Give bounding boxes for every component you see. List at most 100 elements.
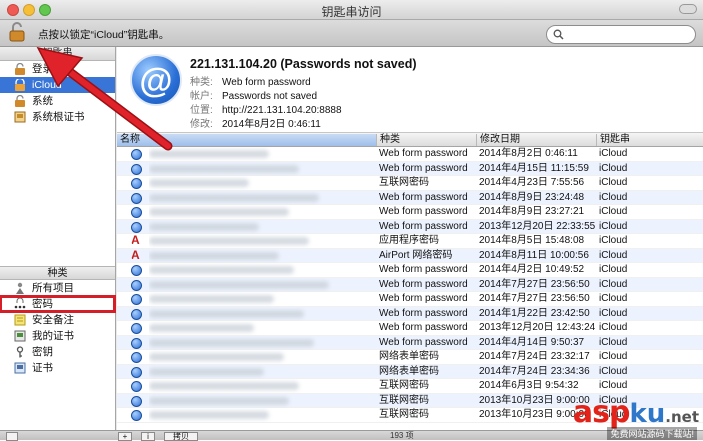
- table-row[interactable]: Web form password 2013年12月20日 22:33:55 iCl…: [117, 219, 703, 234]
- row-name-redacted: [149, 220, 377, 234]
- table-row[interactable]: Web form password 2013年12月20日 12:43:24 iCl…: [117, 321, 703, 336]
- row-name-redacted: [149, 191, 377, 205]
- toolbar-toggle-button[interactable]: [679, 4, 697, 14]
- item-detail-panel: @ 221.131.104.20 (Passwords not saved) 种…: [117, 47, 703, 133]
- row-keychain: iCloud: [599, 322, 628, 333]
- lock-keychain-label[interactable]: 点按以锁定“iCloud”钥匙串。: [38, 27, 169, 42]
- column-header-kind[interactable]: 种类: [377, 134, 477, 146]
- row-name-redacted: [149, 307, 377, 321]
- sidebar-item-system-roots[interactable]: 系统根证书: [0, 109, 115, 125]
- table-row[interactable]: Web form password 2014年4月14日 9:50:37 iClou…: [117, 335, 703, 350]
- sidebar-item-secure-notes[interactable]: 安全备注: [0, 312, 115, 328]
- search-icon: [553, 29, 564, 40]
- row-kind: Web form password: [379, 148, 468, 159]
- password-icon: [14, 298, 26, 309]
- cloud-icon: [15, 79, 25, 91]
- key-icon: [16, 346, 24, 358]
- row-keychain: iCloud: [599, 278, 628, 290]
- web-password-icon: [131, 221, 142, 233]
- row-kind: AirPort 网络密码: [379, 249, 453, 261]
- sidebar-item-all-items[interactable]: 所有项目: [0, 280, 115, 296]
- table-header: 名称 种类 修改日期 钥匙串: [117, 133, 703, 147]
- sidebar-item-system[interactable]: 系统: [0, 93, 115, 109]
- row-date: 2014年8月5日 15:48:08: [479, 235, 585, 246]
- row-keychain: iCloud: [599, 249, 628, 261]
- column-header-keychain[interactable]: 钥匙串: [597, 134, 703, 146]
- keychains-header: 钥匙串: [0, 47, 115, 61]
- column-header-name[interactable]: 名称: [117, 134, 377, 146]
- web-password-icon: [131, 395, 142, 407]
- sidebar-item-icloud[interactable]: iCloud: [0, 77, 115, 93]
- table-row[interactable]: Web form password 2014年1月22日 23:42:50 iClo…: [117, 306, 703, 321]
- row-keychain: iCloud: [599, 148, 628, 159]
- row-date: 2014年4月14日 9:50:37: [479, 336, 585, 348]
- sidebar-item-label: 密钥: [32, 346, 53, 358]
- table-row[interactable]: Web form password 2014年8月9日 23:24:48 iClou…: [117, 190, 703, 205]
- sidebar-item-certificates[interactable]: 证书: [0, 360, 115, 376]
- row-date: 2013年12月20日 22:33:55: [479, 220, 596, 232]
- row-name-redacted: [149, 408, 377, 422]
- table-row[interactable]: Web form password 2014年7月27日 23:56:50 iClo…: [117, 277, 703, 292]
- column-header-date[interactable]: 修改日期: [477, 134, 597, 146]
- table-row[interactable]: 网络表单密码 2014年7月24日 23:32:17 iCloud: [117, 350, 703, 365]
- table-row[interactable]: Web form password 2014年8月9日 23:27:21 iClou…: [117, 205, 703, 220]
- people-icon: [16, 282, 24, 294]
- row-keychain: iCloud: [599, 351, 628, 362]
- lock-icon: [15, 63, 25, 75]
- table-row[interactable]: A 应用程序密码 2014年8月5日 15:48:08 iCloud: [117, 234, 703, 249]
- table-row[interactable]: Web form password 2014年8月2日 0:46:11 iCloud: [117, 147, 703, 162]
- table-row[interactable]: Web form password 2014年7月27日 23:56:50 iClo…: [117, 292, 703, 307]
- table-row[interactable]: 网络表单密码 2014年7月24日 23:34:36 iCloud: [117, 364, 703, 379]
- table-row[interactable]: A AirPort 网络密码 2014年8月11日 10:00:56 iCloud: [117, 248, 703, 263]
- web-password-icon: [131, 265, 142, 276]
- table-row[interactable]: Web form password 2014年4月2日 10:49:52 iClou…: [117, 263, 703, 278]
- certificate-icon: [14, 330, 26, 342]
- row-name-redacted: [149, 147, 377, 161]
- row-name-redacted: [149, 205, 377, 219]
- row-kind: Web form password: [379, 220, 468, 232]
- lock-icon[interactable]: [9, 22, 25, 42]
- row-kind: 网络表单密码: [379, 365, 439, 377]
- table-row[interactable]: 互联网密码 2014年6月3日 9:54:32 iCloud: [117, 379, 703, 394]
- application-password-icon: A: [131, 235, 140, 246]
- window-title: 钥匙串访问: [321, 5, 382, 19]
- web-password-icon: [131, 337, 142, 349]
- row-date: 2014年4月15日 11:15:59: [479, 162, 589, 174]
- web-password-icon: [131, 192, 142, 204]
- detail-account-row: 帐户: Passwords not saved: [190, 91, 318, 102]
- sidebar-item-label: 系统根证书: [32, 111, 85, 123]
- web-password-icon: [131, 207, 142, 218]
- web-password-icon: [131, 308, 142, 320]
- watermark-caption: 免费网站源码下载站!: [607, 427, 697, 440]
- table-row[interactable]: 互联网密码 2014年4月23日 7:55:56 iCloud: [117, 176, 703, 191]
- search-input[interactable]: [546, 25, 696, 44]
- sidebar-item-label: 所有项目: [32, 282, 74, 294]
- web-password-icon: [131, 294, 142, 305]
- row-kind: Web form password: [379, 191, 468, 203]
- sidebar-item-passwords[interactable]: 密码: [0, 295, 116, 313]
- row-kind: Web form password: [379, 264, 468, 275]
- row-keychain: iCloud: [599, 307, 628, 319]
- row-keychain: iCloud: [599, 191, 628, 203]
- sidebar-item-label: iCloud: [32, 79, 62, 91]
- row-kind: Web form password: [379, 336, 468, 348]
- row-date: 2014年4月2日 10:49:52: [479, 264, 585, 275]
- table-row[interactable]: Web form password 2014年4月15日 11:15:59 iClo…: [117, 161, 703, 176]
- row-date: 2014年7月24日 23:34:36: [479, 365, 590, 377]
- row-date: 2014年8月9日 23:27:21: [479, 206, 585, 217]
- sidebar-item-keys[interactable]: 密钥: [0, 344, 115, 360]
- row-date: 2014年8月9日 23:24:48: [479, 191, 585, 203]
- sidebar-item-label: 登录: [32, 63, 53, 75]
- item-title: 221.131.104.20 (Passwords not saved): [190, 57, 417, 71]
- web-password-icon: [131, 178, 142, 189]
- sidebar-item-my-certificates[interactable]: 我的证书: [0, 328, 115, 344]
- sidebar-item-login[interactable]: 登录: [0, 61, 115, 77]
- row-date: 2014年7月24日 23:32:17: [479, 351, 590, 362]
- row-date: 2014年7月27日 23:56:50: [479, 278, 590, 290]
- sidebar-item-label: 证书: [32, 362, 53, 374]
- detail-where-row: 位置: http://221.131.104.20:8888: [190, 105, 342, 116]
- web-password-icon: [131, 352, 142, 363]
- row-name-redacted: [149, 234, 377, 248]
- web-password-icon: [131, 149, 142, 160]
- row-kind: 应用程序密码: [379, 235, 439, 246]
